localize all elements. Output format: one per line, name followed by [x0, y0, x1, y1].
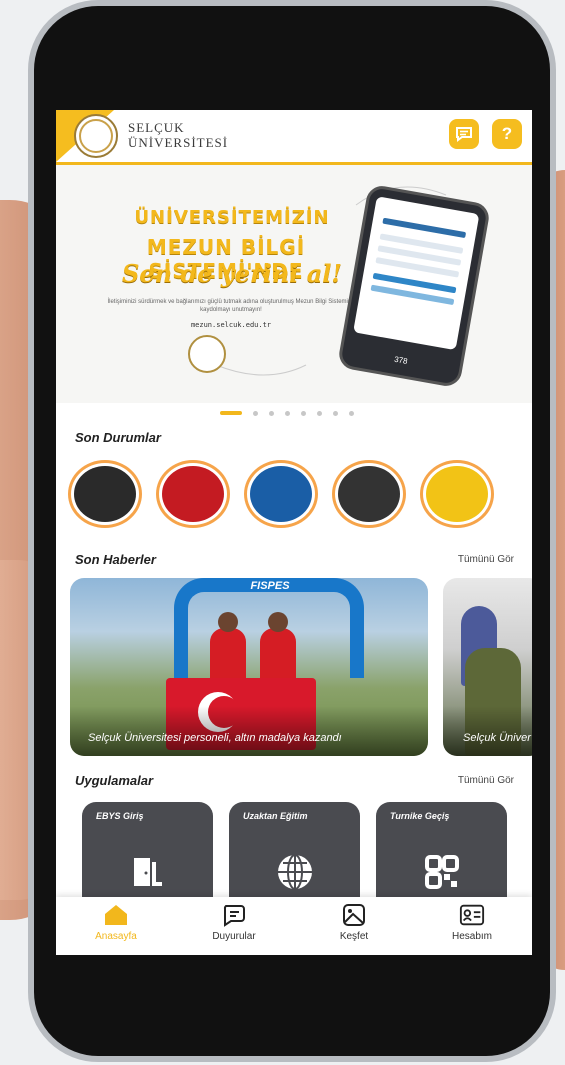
- arch-label: FISPES: [250, 580, 290, 592]
- app-label: Uzaktan Eğitim: [243, 811, 308, 821]
- image-icon: [341, 903, 367, 927]
- tab-account[interactable]: Hesabım: [432, 903, 512, 942]
- app-label: EBYS Giriş: [96, 811, 144, 821]
- university-name: SELÇUK ÜNİVERSİTESİ: [128, 120, 228, 150]
- carousel-dot[interactable]: [220, 411, 242, 415]
- apps-see-all-link[interactable]: Tümünü Gör: [458, 775, 514, 786]
- story-5[interactable]: [420, 460, 494, 528]
- door-icon: [128, 852, 168, 892]
- news-shade: [70, 706, 428, 756]
- banner-line-3: Sen de yerini al!: [122, 259, 342, 288]
- news-card-2[interactable]: Selçuk Üniver: [443, 578, 532, 756]
- app-turnstile[interactable]: Turnike Geçiş: [376, 802, 507, 912]
- stories-row: [68, 460, 494, 528]
- news-shade: [443, 706, 532, 756]
- app-screen: SELÇUK ÜNİVERSİTESİ ? ÜNİVERSİTEMİZİN ME…: [56, 110, 532, 955]
- messages-button[interactable]: [449, 119, 479, 149]
- carousel-dot[interactable]: [301, 410, 306, 416]
- story-3[interactable]: [244, 460, 318, 528]
- home-icon: [103, 903, 129, 927]
- banner-phone-count: 378: [393, 354, 409, 366]
- tab-home[interactable]: Anasayfa: [76, 903, 156, 942]
- promo-banner[interactable]: ÜNİVERSİTEMİZİN MEZUN BİLGİ SİSTEMİ'NDE …: [56, 165, 532, 403]
- globe-icon: [275, 852, 315, 892]
- carousel-dot[interactable]: [317, 410, 322, 416]
- app-header: SELÇUK ÜNİVERSİTESİ ?: [56, 110, 532, 165]
- banner-seal: [188, 335, 226, 373]
- carousel-indicator: [220, 410, 354, 416]
- story-4[interactable]: [332, 460, 406, 528]
- tab-label: Anasayfa: [95, 931, 137, 942]
- university-logo: [74, 114, 118, 158]
- story-1[interactable]: [68, 460, 142, 528]
- logo-line-2: ÜNİVERSİTESİ: [128, 135, 229, 150]
- tab-label: Duyurular: [212, 931, 256, 942]
- news-caption: Selçuk Üniver: [463, 732, 531, 744]
- carousel-dot[interactable]: [285, 410, 290, 416]
- banner-line-1: ÜNİVERSİTEMİZİN: [134, 207, 330, 228]
- app-distance-education[interactable]: Uzaktan Eğitim: [229, 802, 360, 912]
- qr-code-icon: [422, 852, 462, 892]
- carousel-dot[interactable]: [333, 410, 338, 416]
- banner-description: İletişiminizi sürdürmek ve bağlarımızı g…: [107, 299, 355, 313]
- tab-announcements[interactable]: Duyurular: [194, 903, 274, 942]
- tab-explore[interactable]: Keşfet: [314, 903, 394, 942]
- app-ebys[interactable]: EBYS Giriş: [82, 802, 213, 912]
- news-see-all-link[interactable]: Tümünü Gör: [458, 554, 514, 565]
- news-card-1[interactable]: FISPES Selçuk Üniversitesi personeli, al…: [70, 578, 428, 756]
- help-icon: ?: [501, 124, 513, 143]
- help-button[interactable]: ?: [492, 119, 522, 149]
- stories-title: Son Durumlar: [75, 430, 161, 445]
- apps-title: Uygulamalar: [75, 773, 154, 788]
- tab-label: Hesabım: [451, 931, 492, 942]
- carousel-dot[interactable]: [253, 410, 258, 416]
- carousel-dot[interactable]: [349, 410, 354, 416]
- news-title: Son Haberler: [75, 552, 156, 567]
- banner-url: mezun.selcuk.edu.tr: [190, 321, 272, 329]
- chat-icon: [456, 127, 472, 142]
- announcement-icon: [221, 903, 247, 927]
- profile-card-icon: [459, 903, 485, 927]
- news-caption: Selçuk Üniversitesi personeli, altın mad…: [88, 732, 342, 744]
- logo-line-1: SELÇUK: [128, 120, 185, 135]
- app-label: Turnike Geçiş: [390, 811, 450, 821]
- carousel-dot[interactable]: [269, 410, 274, 416]
- bottom-tab-bar: Anasayfa Duyurular Keşfet Hesabım: [56, 897, 532, 955]
- apps-row: EBYS Giriş Uzaktan Eğitim Turnike Geçiş: [82, 802, 507, 912]
- story-2[interactable]: [156, 460, 230, 528]
- tab-label: Keşfet: [339, 931, 369, 942]
